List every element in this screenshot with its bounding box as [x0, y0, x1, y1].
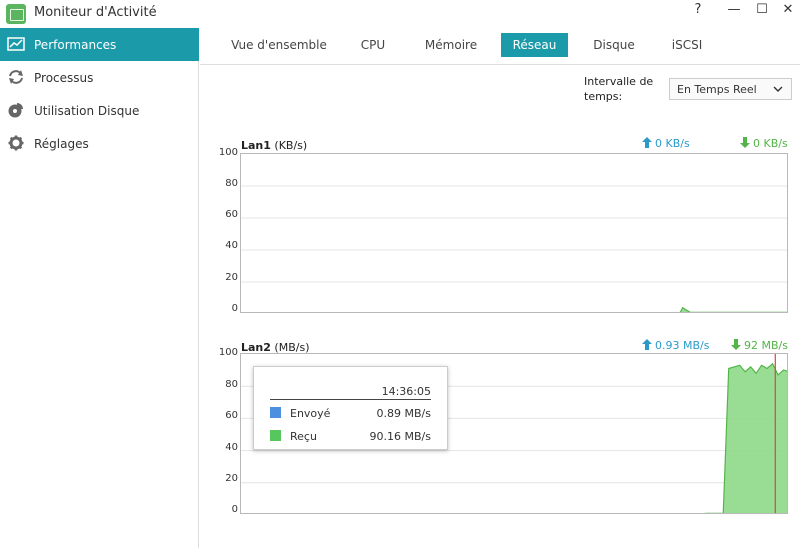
tooltip-divider: [270, 399, 431, 400]
lan1-upload-rate: 0 KB/s: [642, 137, 690, 150]
sidebar-item-performances[interactable]: Performances: [0, 28, 199, 61]
lan1-unit: (KB/s): [274, 139, 308, 152]
lan1-plot: [240, 153, 788, 313]
window-title: Moniteur d'Activité: [34, 5, 157, 20]
lan1-ytick: 40: [225, 240, 238, 251]
lan1-ytick: 80: [225, 178, 238, 189]
refresh-arrows-icon: [9, 70, 23, 84]
received-swatch: [270, 430, 281, 441]
arrow-up-icon: [642, 137, 652, 148]
lan1-ytick: 100: [218, 147, 238, 158]
lan2-download-rate: 92 MB/s: [731, 339, 788, 352]
lan2-ytick: 80: [225, 379, 238, 390]
lan2-ytick: 100: [218, 347, 238, 358]
minimize-button[interactable]: —: [724, 2, 744, 17]
maximize-button[interactable]: ☐: [752, 2, 772, 17]
tab-cpu[interactable]: CPU: [350, 33, 396, 57]
disk-pie-icon: [8, 103, 23, 118]
interval-select[interactable]: En Temps Reel: [669, 78, 792, 100]
lan1-ytick: 60: [225, 209, 238, 220]
lan1-received-line: [679, 306, 787, 312]
tooltip-received-value: 90.16 MB/s: [369, 430, 431, 443]
sent-swatch: [270, 407, 281, 418]
sidebar-item-label: Réglages: [34, 137, 89, 151]
lan2-ytick: 60: [225, 410, 238, 421]
arrow-up-icon: [642, 339, 652, 350]
chart-tooltip: 14:36:05 Envoyé 0.89 MB/s Reçu 90.16 MB/…: [253, 366, 448, 450]
lan2-upload-rate: 0.93 MB/s: [642, 339, 709, 352]
title-bar: Moniteur d'Activité ? — ☐ ✕: [0, 0, 800, 28]
tooltip-time: 14:36:05: [381, 385, 431, 398]
lan2-ytick: 0: [231, 504, 238, 515]
sidebar-item-reglages[interactable]: Réglages: [0, 127, 199, 160]
tab-memoire[interactable]: Mémoire: [418, 33, 484, 57]
lan2-upload-value: 0.93 MB/s: [655, 339, 710, 352]
lan1-download-value: 0 KB/s: [753, 137, 788, 150]
interval-selected-value: En Temps Reel: [677, 83, 757, 96]
tab-vue-ensemble[interactable]: Vue d'ensemble: [228, 33, 330, 57]
gear-icon: [8, 135, 24, 151]
lan2-ytick: 40: [225, 442, 238, 453]
lan1-download-rate: 0 KB/s: [740, 137, 788, 150]
close-button[interactable]: ✕: [778, 2, 798, 17]
interval-label: Intervalle de temps:: [584, 75, 654, 103]
lan2-ytick: 20: [225, 473, 238, 484]
sidebar-item-utilisation-disque[interactable]: Utilisation Disque: [0, 94, 199, 127]
chevron-down-icon: [773, 86, 783, 92]
tab-reseau[interactable]: Réseau: [501, 33, 568, 57]
lan2-download-value: 92 MB/s: [744, 339, 788, 352]
tooltip-received-label: Reçu: [290, 430, 317, 443]
sidebar-item-label: Performances: [34, 38, 117, 52]
lan1-header: Lan1 (KB/s): [241, 139, 307, 152]
sidebar-item-label: Utilisation Disque: [34, 104, 140, 118]
lan1-received-area: [680, 307, 690, 312]
tab-disque[interactable]: Disque: [584, 33, 644, 57]
activity-monitor-app-icon: [6, 4, 26, 24]
help-button[interactable]: ?: [688, 2, 708, 17]
lan1-upload-value: 0 KB/s: [655, 137, 690, 150]
tab-bar: Vue d'ensemble CPU Mémoire Réseau Disque…: [200, 28, 800, 65]
lan1-title: Lan1: [241, 139, 271, 152]
sidebar-item-label: Processus: [34, 71, 94, 85]
sidebar-item-processus[interactable]: Processus: [0, 61, 199, 94]
sidebar: Performances Processus Utilisation Disqu…: [0, 28, 199, 548]
lan1-ytick: 0: [231, 303, 238, 314]
lan1-ytick: 20: [225, 272, 238, 283]
arrow-down-icon: [731, 339, 741, 350]
tooltip-sent-label: Envoyé: [290, 407, 331, 420]
performance-chart-icon: [7, 37, 25, 51]
arrow-down-icon: [740, 137, 750, 148]
tooltip-sent-value: 0.89 MB/s: [376, 407, 431, 420]
tab-iscsi[interactable]: iSCSI: [664, 33, 710, 57]
